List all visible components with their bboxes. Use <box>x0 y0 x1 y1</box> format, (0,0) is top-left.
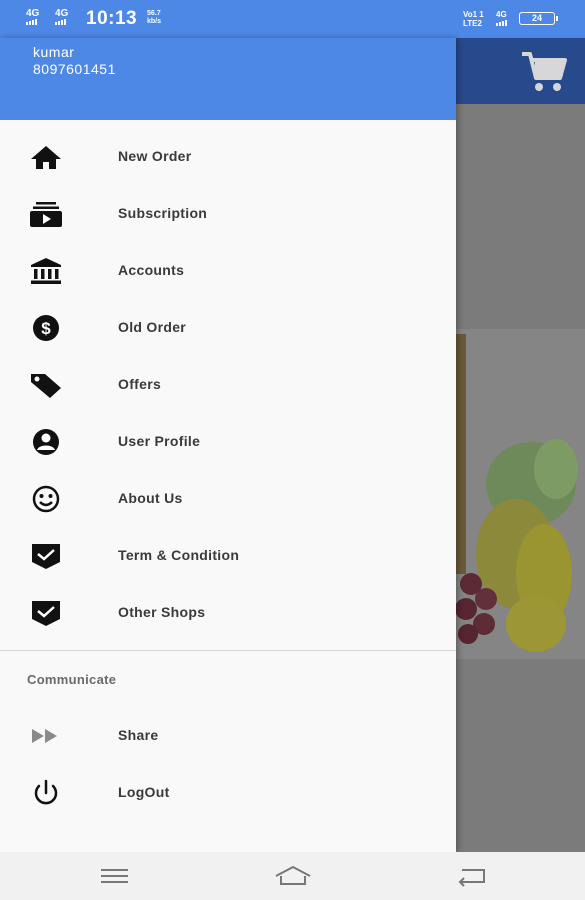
sim2-signal: 4G <box>55 9 69 27</box>
bank-icon <box>31 258 61 284</box>
subscriptions-icon <box>30 202 62 227</box>
account-circle-icon <box>33 429 59 455</box>
menu-item-new-order[interactable]: New Order <box>0 129 456 185</box>
system-nav-bar <box>0 852 585 900</box>
home-icon <box>31 146 61 169</box>
menu-item-subscription[interactable]: Subscription <box>0 186 456 242</box>
network-speed: 56.7 kb/s <box>147 10 161 26</box>
menu-item-term-condition[interactable]: Term & Condition <box>0 528 456 584</box>
menu-item-logout[interactable]: LogOut <box>0 765 456 821</box>
menu-item-share[interactable]: Share <box>0 708 456 764</box>
produce-image <box>456 104 585 852</box>
sim2-label: 4G <box>55 8 69 19</box>
network-label: 4G <box>496 10 507 19</box>
signal-bars-icon <box>496 20 507 26</box>
signal-bars-icon <box>55 19 66 25</box>
menu-item-label: User Profile <box>118 433 201 449</box>
menu-item-about-us[interactable]: About Us <box>0 471 456 527</box>
fast-forward-icon <box>32 729 57 743</box>
sim1-signal: 4G <box>26 9 40 27</box>
user-phone: 8097601451 <box>33 61 116 77</box>
tag-icon <box>31 374 61 398</box>
menu-icon[interactable] <box>100 864 130 888</box>
speed-unit: kb/s <box>147 18 162 25</box>
sim1-label: 4G <box>26 8 40 19</box>
clock: 10:13 <box>86 8 138 29</box>
menu-item-old-order[interactable]: $ Old Order <box>0 300 456 356</box>
menu-item-label: About Us <box>118 490 183 506</box>
signal-bars-icon <box>26 19 37 25</box>
menu-item-label: Term & Condition <box>118 547 240 563</box>
power-icon <box>34 779 58 805</box>
background-content <box>456 104 585 852</box>
verified-badge-icon <box>32 544 60 569</box>
section-divider <box>0 650 456 651</box>
verified-badge-icon <box>32 601 60 626</box>
drawer-header: kumar 8097601451 <box>0 38 456 120</box>
menu-item-accounts[interactable]: Accounts <box>0 243 456 299</box>
volte-indicator: Vo1 1 LTE2 <box>463 10 484 28</box>
speed-value: 56.7 <box>147 10 161 17</box>
section-title-communicate: Communicate <box>27 672 117 687</box>
cart-icon[interactable] <box>520 50 568 99</box>
volte-top: Vo1 1 <box>463 10 484 19</box>
menu-item-label: Accounts <box>118 262 185 278</box>
menu-item-other-shops[interactable]: Other Shops <box>0 585 456 641</box>
menu-item-label: Old Order <box>118 319 187 335</box>
smiley-icon <box>32 485 60 513</box>
menu-item-label: Other Shops <box>118 604 206 620</box>
menu-item-label: Share <box>118 727 159 743</box>
navigation-drawer: kumar 8097601451 New Order Subscription … <box>0 38 456 852</box>
menu-item-user-profile[interactable]: User Profile <box>0 414 456 470</box>
menu-item-offers[interactable]: Offers <box>0 357 456 413</box>
svg-text:$: $ <box>41 319 51 338</box>
network-type: 4G <box>496 10 510 28</box>
back-icon[interactable] <box>456 864 488 888</box>
dollar-circle-icon: $ <box>33 315 59 341</box>
menu-item-label: Offers <box>118 376 162 392</box>
battery-icon: 24 <box>519 12 558 25</box>
menu-item-label: New Order <box>118 148 192 164</box>
home-nav-icon[interactable] <box>273 864 313 888</box>
menu-item-label: Subscription <box>118 205 208 221</box>
status-bar: 4G 4G 10:13 56.7 kb/s Vo1 1 LTE2 4G 24 <box>0 0 585 38</box>
user-name: kumar <box>33 44 75 60</box>
volte-bottom: LTE2 <box>463 19 482 28</box>
menu-item-label: LogOut <box>118 784 170 800</box>
